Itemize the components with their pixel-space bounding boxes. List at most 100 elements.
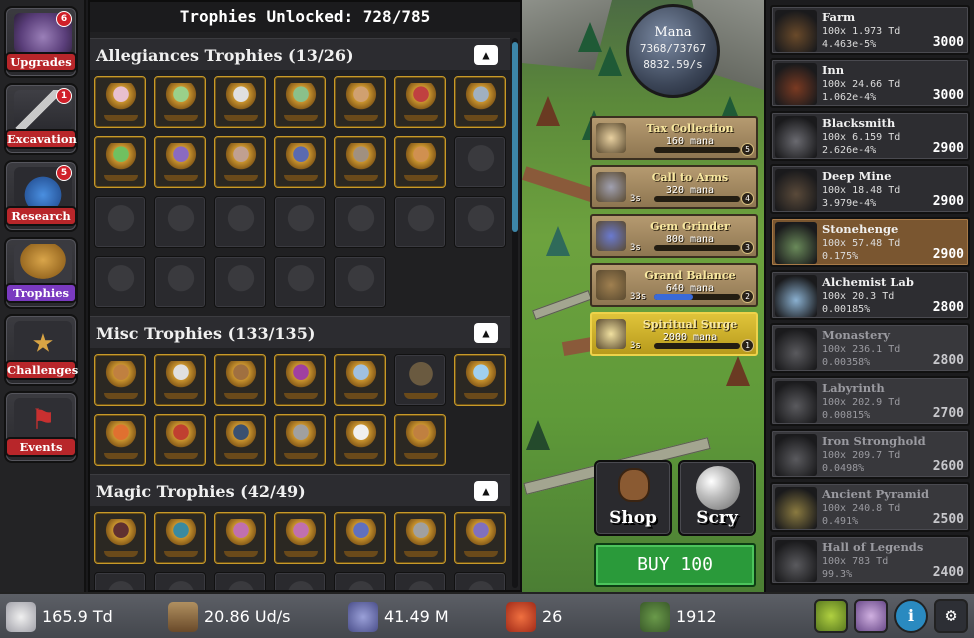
trophy-slot[interactable]: [334, 572, 386, 590]
trophy-slot[interactable]: [154, 414, 206, 466]
trophy-slot[interactable]: [154, 76, 206, 128]
locked-trophy-icon: [164, 203, 198, 241]
trophy-slot[interactable]: [94, 76, 146, 128]
avatar[interactable]: [854, 599, 888, 633]
allegiances-section-header[interactable]: Allegiances Trophies (13/26) ▲: [90, 38, 510, 70]
trophy-slot[interactable]: [94, 196, 146, 248]
trophy-slot[interactable]: [454, 196, 506, 248]
trophy-slot[interactable]: [394, 354, 446, 406]
trophy-slot[interactable]: [274, 256, 326, 308]
building-blacksmith[interactable]: Blacksmith 100x 6.159 Td 2.626e-4% 2900: [770, 111, 970, 161]
nav-challenges-button[interactable]: ★ Challenges: [4, 314, 78, 386]
trophy-slot[interactable]: [274, 414, 326, 466]
trophy-slot[interactable]: [394, 572, 446, 590]
trophy-slot[interactable]: [394, 512, 446, 564]
nav-events-button[interactable]: ⚑ Events: [4, 391, 78, 463]
trophy-slot[interactable]: [94, 414, 146, 466]
trophy-slot[interactable]: [334, 76, 386, 128]
spell-tax-collection[interactable]: Tax Collection 160 mana 5: [590, 116, 758, 160]
spell-name: Tax Collection: [646, 122, 734, 135]
trophy-slot[interactable]: [154, 256, 206, 308]
info-icon[interactable]: i: [894, 599, 928, 633]
faction-button[interactable]: [814, 599, 848, 633]
trophy-icon: [284, 421, 318, 459]
scrollbar-thumb[interactable]: [512, 42, 518, 232]
trophy-slot[interactable]: [334, 354, 386, 406]
settings-gear-icon[interactable]: ⚙: [934, 599, 968, 633]
trophy-slot[interactable]: [394, 414, 446, 466]
scry-button[interactable]: Scry: [678, 460, 756, 536]
trophy-slot[interactable]: [214, 414, 266, 466]
spell-spiritual-surge[interactable]: Spiritual Surge 2000 mana 3s 1: [590, 312, 758, 356]
trophy-slot[interactable]: [454, 572, 506, 590]
trophy-slot[interactable]: [334, 136, 386, 188]
trophy-slot[interactable]: [454, 76, 506, 128]
building-count: 100x 18.48 Td: [822, 185, 901, 196]
trophy-slot[interactable]: [154, 196, 206, 248]
building-hall-of-legends[interactable]: Hall of Legends 100x 783 Td 99.3% 2400: [770, 535, 970, 585]
trophy-slot[interactable]: [274, 136, 326, 188]
trophy-slot[interactable]: [154, 572, 206, 590]
misc-section-header[interactable]: Misc Trophies (133/135) ▲: [90, 316, 510, 348]
collapse-button[interactable]: ▲: [474, 45, 498, 65]
trophy-slot[interactable]: [154, 136, 206, 188]
trophy-slot[interactable]: [214, 196, 266, 248]
building-cost: 2800: [932, 353, 964, 368]
trophy-slot[interactable]: [454, 136, 506, 188]
trophy-slot[interactable]: [334, 196, 386, 248]
trophy-slot[interactable]: [454, 354, 506, 406]
kingdom-map[interactable]: Mana 7368/73767 8832.59/s Tax Collection…: [522, 0, 764, 592]
spell-gem-grinder[interactable]: Gem Grinder 800 mana 3s 3: [590, 214, 758, 258]
trophy-slot[interactable]: [94, 136, 146, 188]
trophy-slot[interactable]: [334, 256, 386, 308]
trophy-slot[interactable]: [394, 136, 446, 188]
trophy-slot[interactable]: [394, 196, 446, 248]
trophy-slot[interactable]: [274, 196, 326, 248]
trophy-slot[interactable]: [214, 572, 266, 590]
trophy-slot[interactable]: [94, 572, 146, 590]
collapse-button[interactable]: ▲: [474, 481, 498, 501]
nav-research-button[interactable]: 5 Research: [4, 160, 78, 232]
trophy-slot[interactable]: [214, 76, 266, 128]
spell-level: 3: [741, 241, 754, 254]
building-labyrinth[interactable]: Labyrinth 100x 202.9 Td 0.00815% 2700: [770, 376, 970, 426]
buy-100-button[interactable]: BUY 100: [594, 543, 756, 587]
trophy-slot[interactable]: [214, 136, 266, 188]
trophy-slot[interactable]: [94, 354, 146, 406]
trophy-slot[interactable]: [214, 256, 266, 308]
trophy-slot[interactable]: [154, 512, 206, 564]
nav-excavation-button[interactable]: 1 Excavation: [4, 83, 78, 155]
collapse-button[interactable]: ▲: [474, 323, 498, 343]
shop-button[interactable]: Shop: [594, 460, 672, 536]
scrollbar[interactable]: [512, 38, 518, 588]
nav-trophies-button[interactable]: Trophies: [4, 237, 78, 309]
trophy-slot[interactable]: [94, 512, 146, 564]
building-iron-stronghold[interactable]: Iron Stronghold 100x 209.7 Td 0.0498% 2600: [770, 429, 970, 479]
trophy-slot[interactable]: [334, 512, 386, 564]
building-rate: 1.062e-4%: [822, 92, 877, 103]
trophy-slot[interactable]: [94, 256, 146, 308]
building-count: 100x 202.9 Td: [822, 397, 901, 408]
trophy-slot[interactable]: [394, 76, 446, 128]
building-monastery[interactable]: Monastery 100x 236.1 Td 0.00358% 2800: [770, 323, 970, 373]
trophy-slot[interactable]: [274, 354, 326, 406]
building-deep-mine[interactable]: Deep Mine 100x 18.48 Td 3.979e-4% 2900: [770, 164, 970, 214]
building-alchemist-lab[interactable]: Alchemist Lab 100x 20.3 Td 0.00185% 2800: [770, 270, 970, 320]
nav-upgrades-button[interactable]: 6 Upgrades: [4, 6, 78, 78]
building-inn[interactable]: Inn 100x 24.66 Td 1.062e-4% 3000: [770, 58, 970, 108]
trophy-slot[interactable]: [274, 76, 326, 128]
trophy-slot[interactable]: [154, 354, 206, 406]
building-stonehenge[interactable]: Stonehenge 100x 57.48 Td 0.175% 2900: [770, 217, 970, 267]
trophy-slot[interactable]: [274, 512, 326, 564]
building-ancient-pyramid[interactable]: Ancient Pyramid 100x 240.8 Td 0.491% 2500: [770, 482, 970, 532]
trophy-slot[interactable]: [214, 354, 266, 406]
magic-section-header[interactable]: Magic Trophies (42/49) ▲: [90, 474, 510, 506]
trophy-slot[interactable]: [274, 572, 326, 590]
trophy-slot[interactable]: [454, 512, 506, 564]
building-farm[interactable]: Farm 100x 1.973 Td 4.463e-5% 3000: [770, 5, 970, 55]
spell-call-to-arms[interactable]: Call to Arms 320 mana 3s 4: [590, 165, 758, 209]
building-rate: 99.3%: [822, 569, 853, 580]
trophy-slot[interactable]: [214, 512, 266, 564]
spell-grand-balance[interactable]: Grand Balance 640 mana 33s 2: [590, 263, 758, 307]
trophy-slot[interactable]: [334, 414, 386, 466]
